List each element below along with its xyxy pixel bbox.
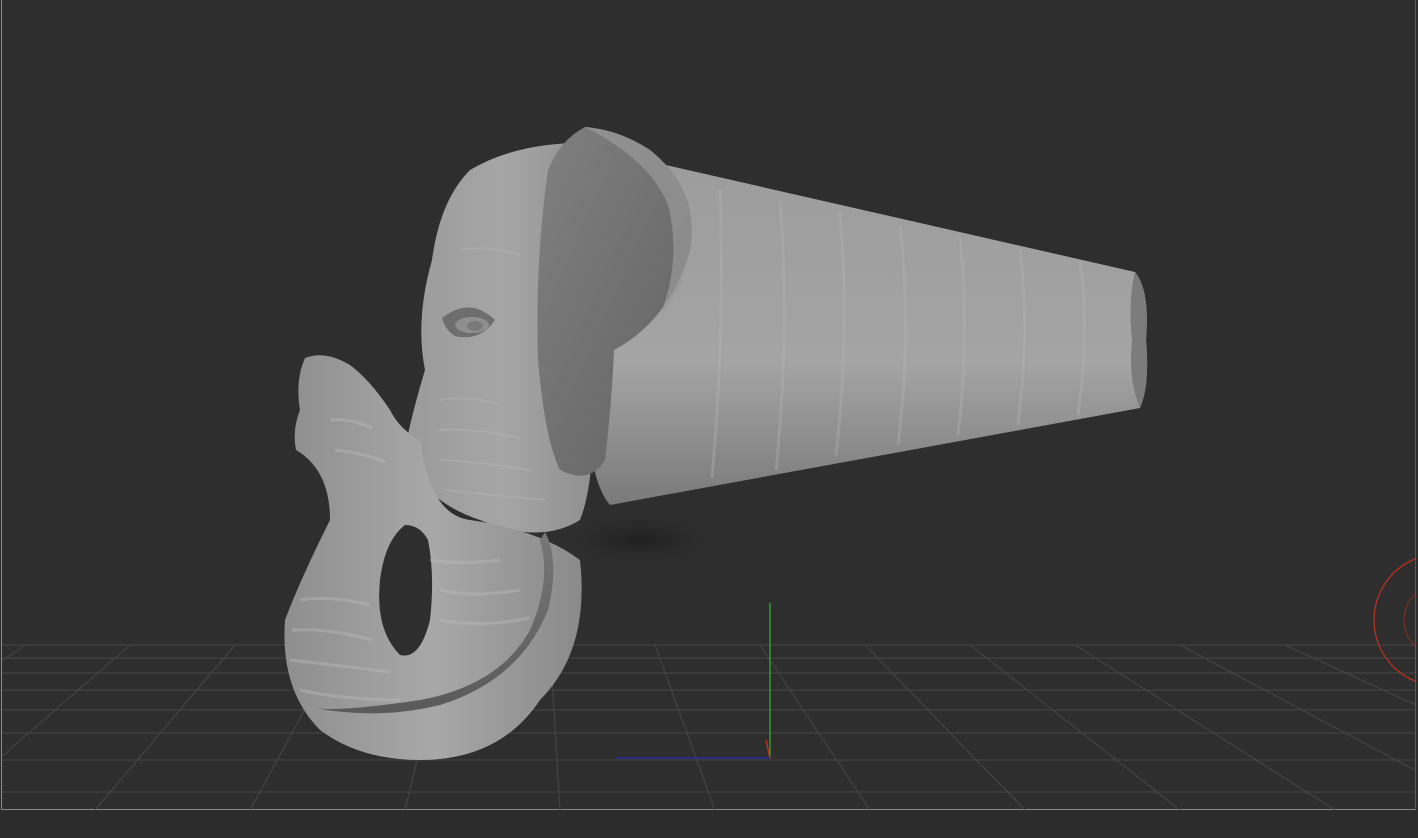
bottom-strip [0, 811, 1418, 838]
rotate-gizmo[interactable] [1373, 554, 1418, 686]
3d-viewport[interactable] [0, 0, 1418, 838]
floor-grid [2, 644, 1415, 810]
scene-canvas[interactable] [0, 0, 1418, 838]
